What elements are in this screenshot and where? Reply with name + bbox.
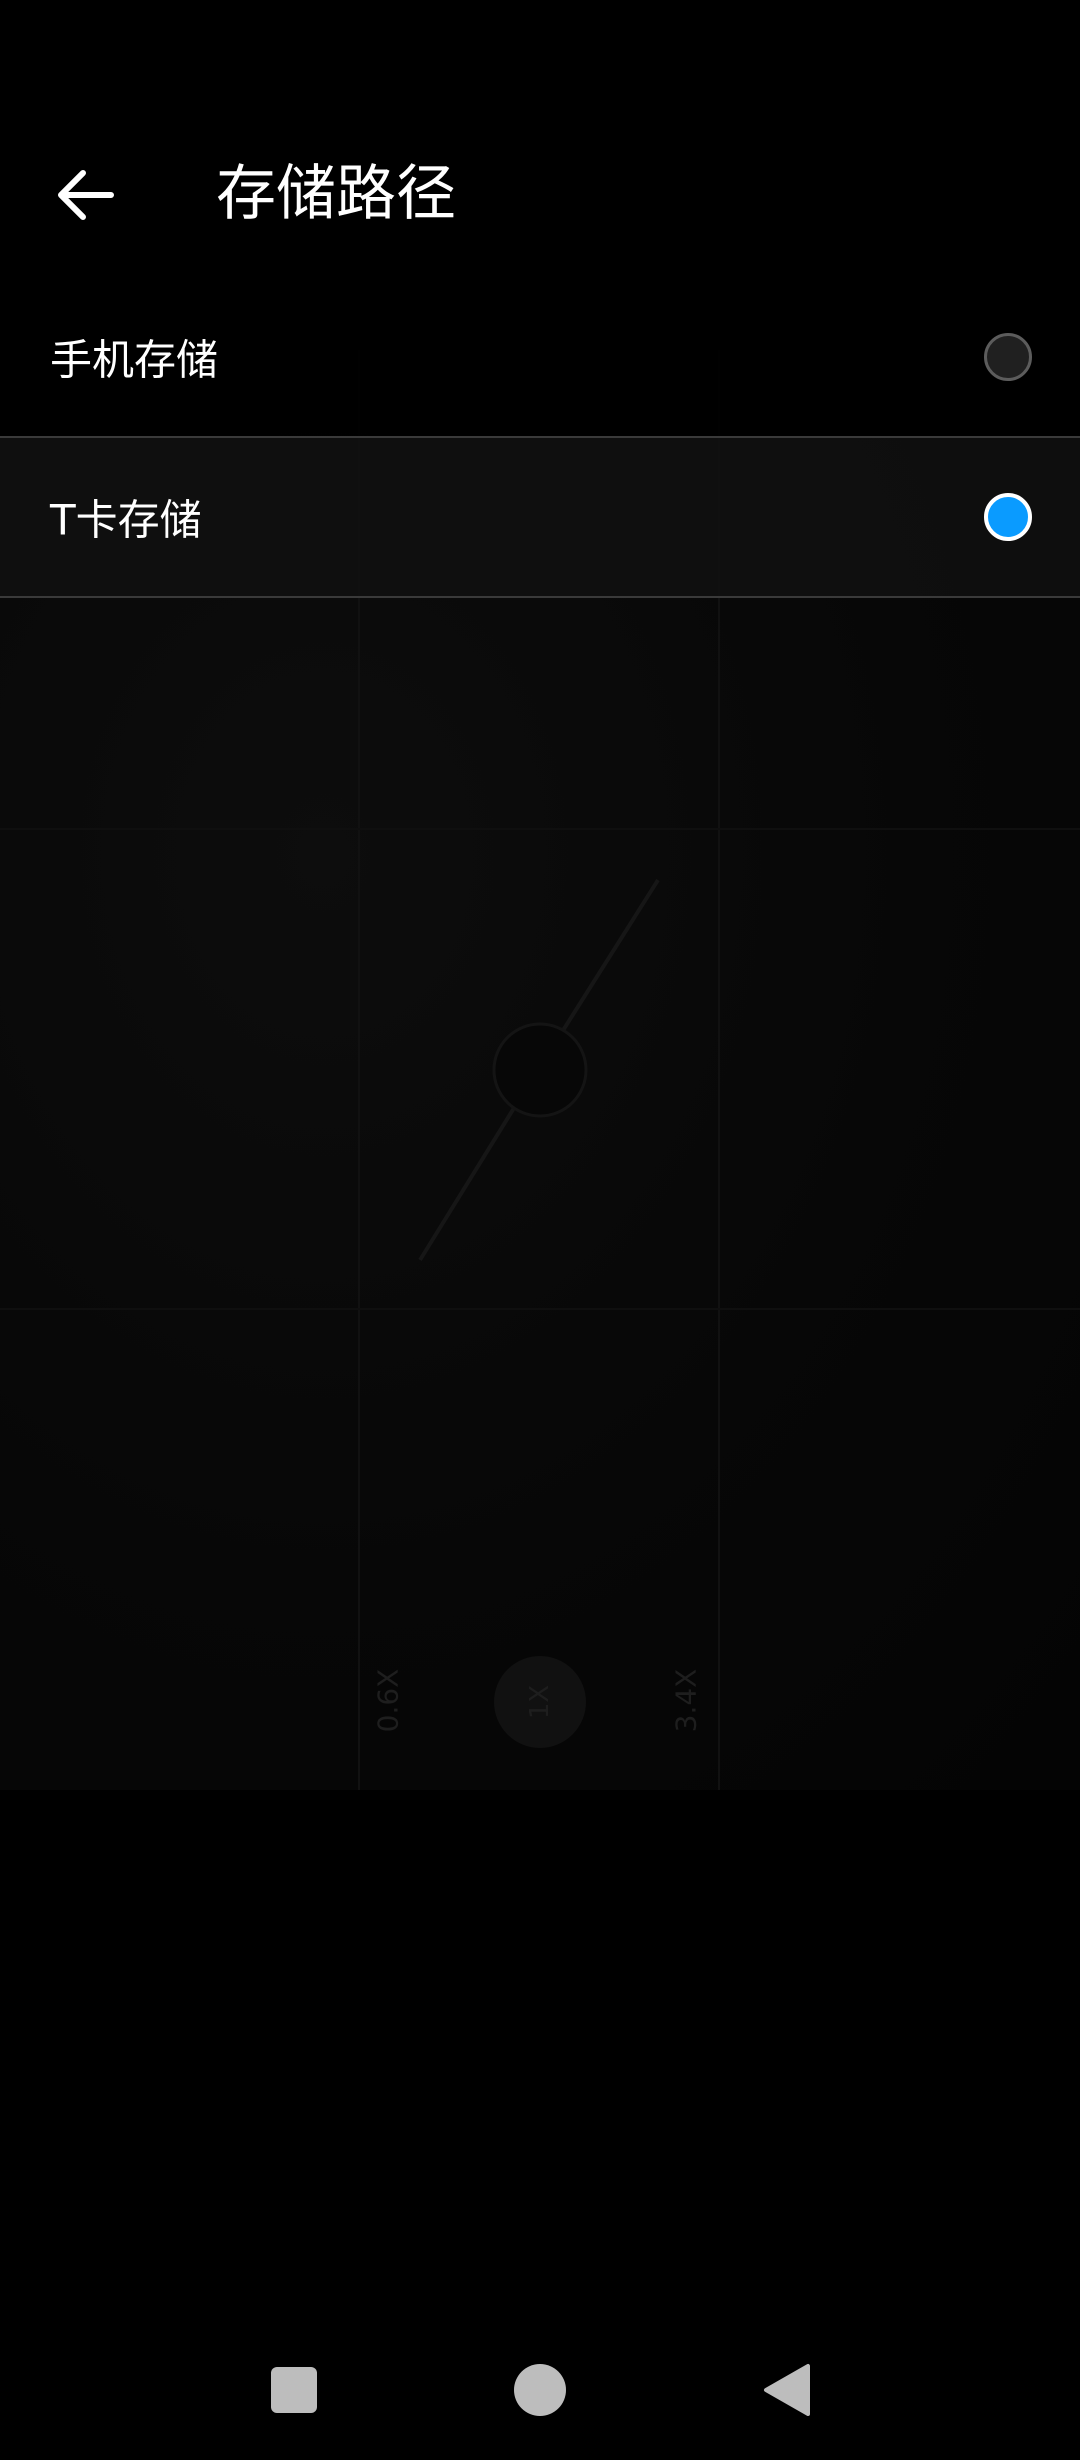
zoom-level-high: 3.4X <box>669 1668 703 1733</box>
arrow-left-icon <box>58 170 114 220</box>
zoom-level-default: 1X <box>494 1656 586 1748</box>
home-button[interactable] <box>490 2340 590 2440</box>
zoom-level-low: 0.6X <box>371 1668 405 1733</box>
triangle-back-icon <box>764 2364 810 2416</box>
circle-icon <box>514 2364 566 2416</box>
storage-path-screen: 0.6X 1X 3.4X 存储路径 手机存储 T卡存储 <box>0 0 1080 2460</box>
option-label: 手机存储 <box>50 335 219 385</box>
page-title: 存储路径 <box>216 159 456 229</box>
radio-button-selected[interactable] <box>984 493 1032 541</box>
option-sd-card-storage[interactable]: T卡存储 <box>0 438 1080 598</box>
square-icon <box>271 2367 317 2413</box>
option-label: T卡存储 <box>50 495 202 545</box>
system-nav-bar <box>0 2340 1080 2440</box>
back-button[interactable] <box>40 150 130 240</box>
option-phone-storage[interactable]: 手机存储 <box>0 278 1080 438</box>
header: 存储路径 <box>0 130 1080 260</box>
radio-button-unselected[interactable] <box>984 333 1032 381</box>
storage-option-list: 手机存储 T卡存储 <box>0 278 1080 598</box>
nav-back-button[interactable] <box>736 2340 836 2440</box>
recents-button[interactable] <box>244 2340 344 2440</box>
